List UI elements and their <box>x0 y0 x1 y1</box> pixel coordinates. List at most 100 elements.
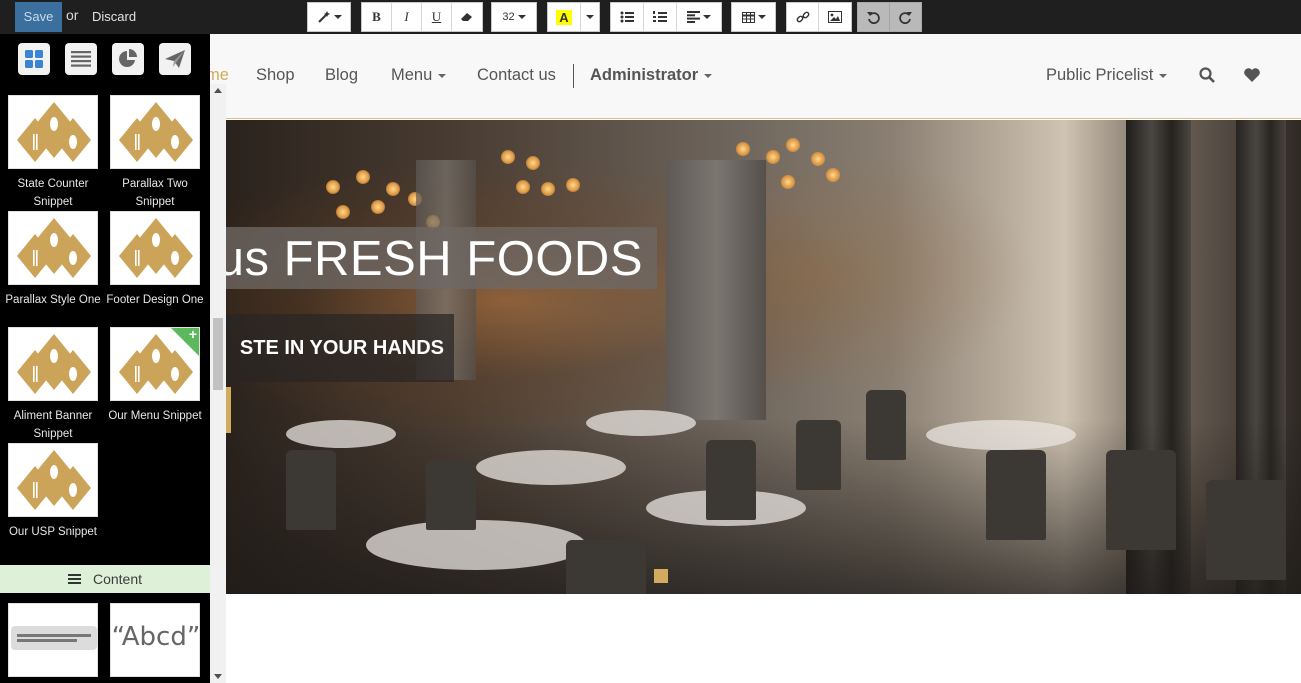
tab-effects[interactable] <box>159 43 191 75</box>
restaurant-logo-icon <box>119 218 193 278</box>
grid-blocks-icon <box>25 50 43 68</box>
search-button[interactable] <box>1199 67 1215 88</box>
undo-button[interactable] <box>858 3 890 31</box>
or-label: or <box>66 7 79 23</box>
nav-menu[interactable]: Menu <box>391 66 447 85</box>
highlight-color-button[interactable]: A <box>548 3 581 31</box>
separator-icon <box>11 626 97 650</box>
link-button[interactable] <box>787 3 819 31</box>
snippet-footer-design-one[interactable]: Footer Design One <box>104 211 206 309</box>
undo-icon <box>866 11 880 24</box>
nav-menu-label: Menu <box>391 66 433 84</box>
style-dropdown[interactable] <box>308 3 350 31</box>
restaurant-logo-icon <box>119 102 193 162</box>
site-header: me Shop Blog Menu Contact us Administrat… <box>206 34 1301 119</box>
eraser-button[interactable] <box>452 3 482 31</box>
nav-pricelist-label: Public Pricelist <box>1046 66 1154 84</box>
align-dropdown[interactable] <box>677 3 721 31</box>
snippet-thumbnail <box>8 603 98 677</box>
insert-group <box>786 2 852 32</box>
image-button[interactable] <box>819 3 851 31</box>
nav-administrator-label: Administrator <box>590 66 699 84</box>
snippet-our-usp[interactable]: Our USP Snippet <box>2 443 104 541</box>
font-size-dropdown[interactable]: 32 <box>492 3 536 31</box>
color-group: A <box>547 2 600 32</box>
snippet-separator[interactable] <box>2 603 104 677</box>
snippet-parallax-two[interactable]: Parallax Two Snippet <box>104 95 206 211</box>
table-dropdown[interactable] <box>732 3 775 31</box>
table-group <box>731 2 776 32</box>
snippet-thumbnail <box>8 211 98 285</box>
hero-headline[interactable]: ous FRESH FOODS <box>210 231 643 287</box>
carousel-indicator[interactable] <box>654 569 668 583</box>
text-lines-icon <box>71 51 91 67</box>
font-size-value: 32 <box>502 11 515 23</box>
snippet-our-menu[interactable]: + Our Menu Snippet <box>104 327 206 425</box>
snippet-thumbnail <box>8 443 98 517</box>
snippet-label: Footer Design One <box>106 294 204 306</box>
nav-shop[interactable]: Shop <box>256 66 295 85</box>
font-size-group: 32 <box>491 2 537 32</box>
scroll-down-icon[interactable] <box>214 674 222 679</box>
bullet-list-button[interactable] <box>611 3 644 31</box>
nav-administrator[interactable]: Administrator <box>590 66 713 85</box>
tab-features[interactable] <box>112 43 144 75</box>
snippet-thumbnail: + <box>110 327 200 401</box>
scrollbar-thumb[interactable] <box>213 318 223 390</box>
highlight-icon: A <box>556 9 572 25</box>
snippet-category-tabs <box>0 34 210 84</box>
snippet-thumbnail <box>110 211 200 285</box>
color-dropdown[interactable] <box>581 3 599 31</box>
table-icon <box>741 11 755 23</box>
content-section-header[interactable]: Content <box>0 565 210 593</box>
text-lines-icon <box>67 572 81 586</box>
quote-preview: “Abcd” <box>111 622 200 652</box>
tab-structure[interactable] <box>18 43 50 75</box>
snippet-panel: State Counter Snippet Parallax Two Snipp… <box>0 34 210 683</box>
nav-blog[interactable]: Blog <box>325 66 358 85</box>
magic-wand-icon <box>317 11 330 23</box>
italic-button[interactable]: I <box>392 3 422 31</box>
bullet-list-icon <box>620 11 634 23</box>
underline-button[interactable]: U <box>422 3 452 31</box>
snippet-thumbnail <box>110 95 200 169</box>
nav-pricelist[interactable]: Public Pricelist <box>1046 66 1168 85</box>
scroll-up-icon[interactable] <box>214 88 222 93</box>
heart-icon <box>1244 68 1260 82</box>
snippet-quote[interactable]: “Abcd” <box>104 603 206 677</box>
save-button[interactable]: Save <box>15 2 62 32</box>
link-icon <box>796 11 809 23</box>
paper-plane-icon <box>165 50 185 68</box>
numbered-list-button[interactable] <box>644 3 677 31</box>
content-section-label: Content <box>92 571 143 587</box>
snippet-state-counter[interactable]: State Counter Snippet <box>2 95 104 211</box>
format-group: B I U <box>361 2 483 32</box>
tab-content[interactable] <box>65 43 97 75</box>
snippet-label: Parallax Style One <box>5 294 101 306</box>
snippet-parallax-style-one[interactable]: Parallax Style One <box>2 211 104 309</box>
align-left-icon <box>687 11 700 23</box>
snippet-label: Aliment Banner Snippet <box>13 410 93 440</box>
discard-button[interactable]: Discard <box>92 9 136 24</box>
wishlist-button[interactable] <box>1243 67 1261 88</box>
hero-subheadline[interactable]: STE IN YOUR HANDS <box>240 337 444 360</box>
chevron-down-icon <box>1159 73 1168 78</box>
search-icon <box>1199 67 1215 83</box>
restaurant-logo-icon <box>17 450 91 510</box>
snippet-thumbnail <box>8 327 98 401</box>
restaurant-logo-icon <box>17 102 91 162</box>
snippet-aliment-banner[interactable]: Aliment Banner Snippet <box>2 327 104 443</box>
hero-subheadline-box: STE IN YOUR HANDS <box>210 314 454 382</box>
hero-headline-box: ous FRESH FOODS <box>210 227 657 289</box>
panel-scrollbar[interactable] <box>210 84 226 683</box>
redo-icon <box>898 11 912 24</box>
chevron-down-icon <box>438 73 447 78</box>
snippet-thumbnail: “Abcd” <box>110 603 200 677</box>
image-icon <box>828 11 842 23</box>
style-dropdown-group <box>307 2 351 32</box>
redo-button[interactable] <box>890 3 921 31</box>
bold-button[interactable]: B <box>362 3 392 31</box>
restaurant-logo-icon <box>17 218 91 278</box>
restaurant-logo-icon <box>17 334 91 394</box>
nav-contact[interactable]: Contact us <box>477 66 556 85</box>
